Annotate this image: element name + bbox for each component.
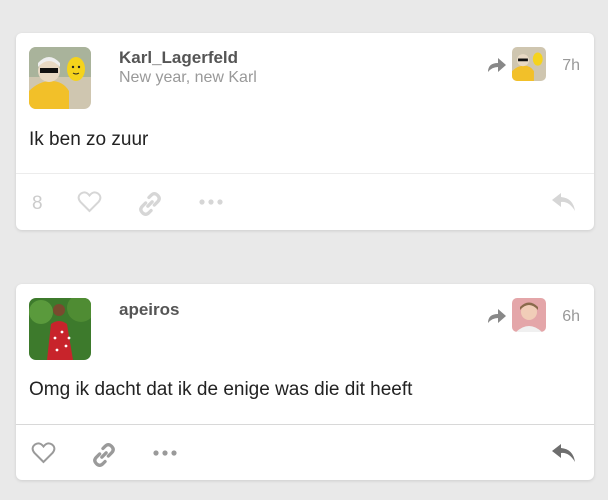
heart-icon[interactable] [77, 191, 102, 213]
divider [16, 424, 594, 425]
notes-count[interactable]: 8 [32, 193, 43, 215]
more-icon[interactable] [153, 450, 177, 456]
post-subtitle: New year, new Karl [119, 69, 257, 86]
post-body: Omg ik dacht dat ik de enige was die dit… [29, 379, 413, 400]
link-icon[interactable] [137, 191, 163, 217]
more-icon[interactable] [199, 199, 223, 205]
link-icon[interactable] [91, 442, 117, 468]
post-card: Karl_Lagerfeld New year, new Karl 7h Ik … [16, 33, 594, 230]
reply-icon[interactable] [551, 191, 577, 213]
post-time: 7h [562, 57, 580, 74]
avatar[interactable] [512, 298, 546, 332]
reblog-icon [488, 309, 506, 323]
reply-icon[interactable] [551, 442, 577, 464]
avatar[interactable] [29, 298, 91, 360]
post-body: Ik ben zo zuur [29, 129, 149, 150]
avatar[interactable] [512, 47, 546, 81]
username[interactable]: Karl_Lagerfeld [119, 48, 238, 68]
divider [16, 173, 594, 174]
post-time: 6h [562, 308, 580, 325]
reblog-icon [488, 58, 506, 72]
avatar[interactable] [29, 47, 91, 109]
post-actions [16, 430, 594, 480]
username[interactable]: apeiros [119, 300, 179, 320]
post-card: apeiros 6h Omg ik dacht dat ik de enige … [16, 284, 594, 480]
heart-icon[interactable] [31, 442, 56, 464]
post-actions: 8 [16, 179, 594, 229]
